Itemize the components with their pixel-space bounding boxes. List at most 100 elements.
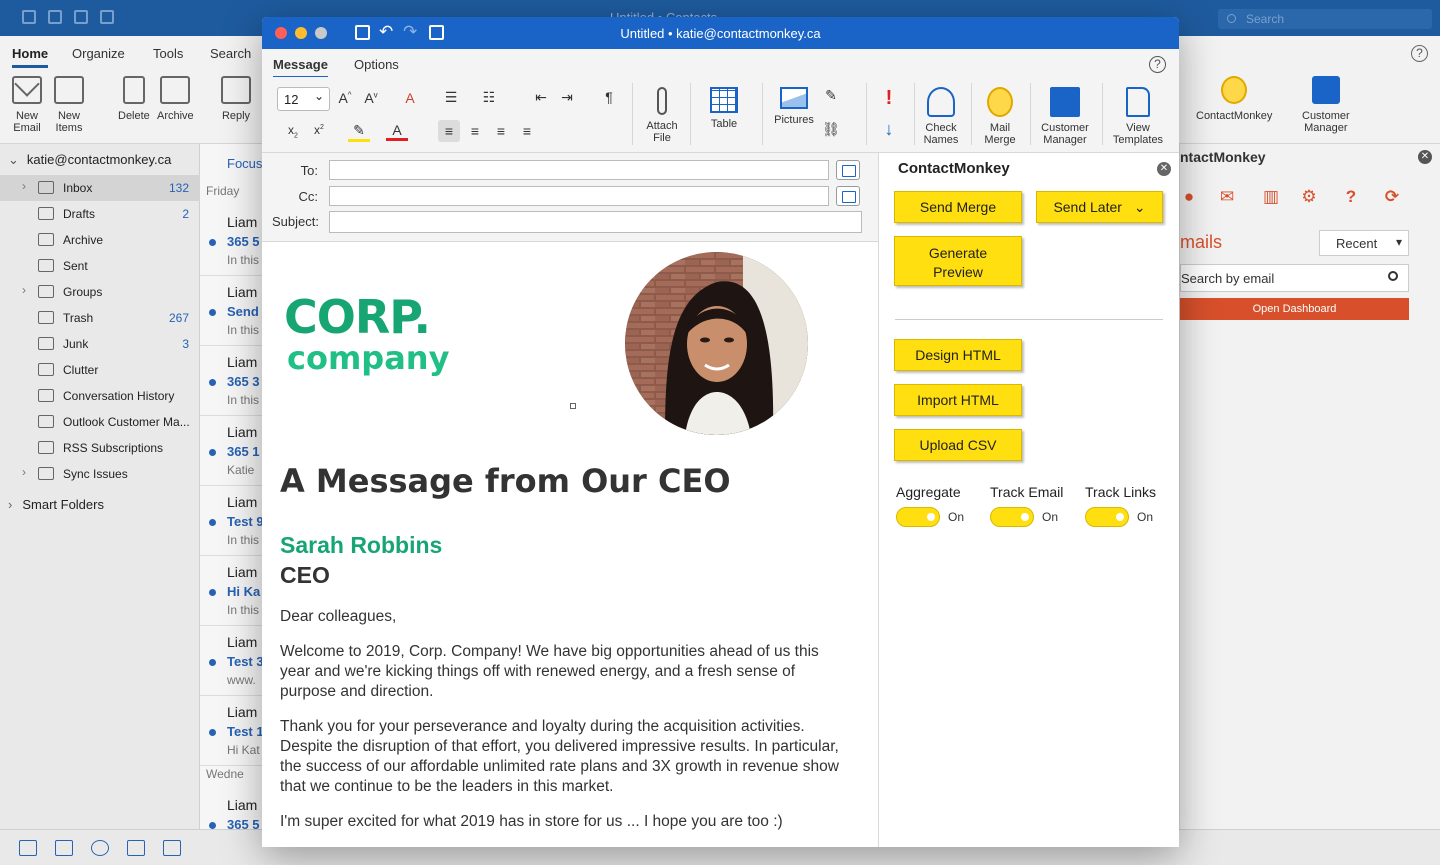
folder-item-archive[interactable]: Archive xyxy=(0,227,200,253)
decrease-indent-icon[interactable]: ⇤ xyxy=(530,89,552,106)
tab-organize[interactable]: Organize xyxy=(72,46,125,61)
account-name[interactable]: katie@contactmonkey.ca xyxy=(8,152,171,168)
calendar-icon[interactable] xyxy=(55,840,73,856)
message-body[interactable]: CORP. company A Message from Our CEO Sar… xyxy=(262,242,878,847)
contactmonkey-ribbon-button[interactable]: ContactMonkey xyxy=(1196,76,1272,122)
import-html-button[interactable]: Import HTML xyxy=(894,384,1022,416)
list-item[interactable]: Liam365 5Date I xyxy=(200,789,264,829)
design-html-button[interactable]: Design HTML xyxy=(894,339,1022,371)
list-item[interactable]: Liam Hi Ka In this xyxy=(200,556,264,626)
aggregate-toggle[interactable] xyxy=(896,507,940,527)
tasks-icon[interactable] xyxy=(127,840,145,856)
track-links-toggle[interactable] xyxy=(1085,507,1129,527)
send-later-button[interactable]: Send Later ⌄ xyxy=(1036,191,1163,223)
search-by-email-input[interactable]: Search by email xyxy=(1180,264,1409,292)
link-icon[interactable]: ⛓ xyxy=(820,121,842,138)
folder-item-rss-subscriptions[interactable]: RSS Subscriptions xyxy=(0,435,200,461)
tab-options[interactable]: Options xyxy=(354,57,399,72)
shrink-font-icon[interactable]: Av xyxy=(360,90,382,106)
align-left-icon[interactable]: ≡ xyxy=(438,120,460,142)
chart-icon[interactable]: ▥ xyxy=(1262,188,1280,206)
numbering-icon[interactable]: ☷ xyxy=(478,89,500,106)
undo-icon[interactable] xyxy=(48,10,62,24)
subject-field[interactable] xyxy=(329,211,862,233)
customer-manager-ribbon-button[interactable]: Customer Manager xyxy=(1302,76,1350,134)
increase-indent-icon[interactable]: ⇥ xyxy=(556,89,578,106)
new-items-button[interactable]: New Items xyxy=(54,76,84,134)
highlight-icon[interactable]: ✎ xyxy=(348,122,370,142)
recent-dropdown[interactable]: Recent xyxy=(1319,230,1409,256)
close-icon[interactable]: ✕ xyxy=(1418,150,1432,164)
list-item[interactable]: Liam Test 3 www. xyxy=(200,626,264,696)
customer-manager-button[interactable]: Customer Manager xyxy=(1037,87,1093,146)
gear-icon[interactable]: ⚙ xyxy=(1300,188,1318,206)
expand-chevron-icon[interactable]: › xyxy=(22,465,26,479)
list-item[interactable]: Liam 365 5 In this xyxy=(200,206,264,276)
print-icon[interactable] xyxy=(100,10,114,24)
upload-csv-button[interactable]: Upload CSV xyxy=(894,429,1022,461)
address-book-icon[interactable] xyxy=(836,160,860,180)
generate-preview-button[interactable]: Generate Preview xyxy=(894,236,1022,286)
tab-focused[interactable]: Focus xyxy=(227,156,262,171)
save-icon[interactable] xyxy=(22,10,36,24)
list-item[interactable]: Liam Test 1 Hi Kat xyxy=(200,696,264,766)
folder-item-trash[interactable]: Trash 267 xyxy=(0,305,200,331)
folder-item-inbox[interactable]: › Inbox 132 xyxy=(0,175,200,201)
align-right-icon[interactable]: ≡ xyxy=(490,120,512,142)
people-icon[interactable] xyxy=(91,840,109,856)
new-email-button[interactable]: New Email xyxy=(12,76,42,134)
cc-field[interactable] xyxy=(329,186,829,206)
mail-icon[interactable] xyxy=(19,840,37,856)
clear-formatting-icon[interactable]: A xyxy=(399,90,421,106)
refresh-icon[interactable]: ⟳ xyxy=(1383,188,1401,206)
check-names-button[interactable]: Check Names xyxy=(920,87,962,146)
help-icon[interactable]: ? xyxy=(1342,188,1360,206)
bullets-icon[interactable]: ☰ xyxy=(440,89,462,106)
folder-item-groups[interactable]: › Groups xyxy=(0,279,200,305)
address-book-icon[interactable] xyxy=(836,186,860,206)
subscript-icon[interactable]: x2 xyxy=(282,123,304,139)
tab-home[interactable]: Home xyxy=(12,46,49,68)
font-color-icon[interactable]: A xyxy=(386,122,408,141)
align-center-icon[interactable]: ≡ xyxy=(464,120,486,142)
signature-icon[interactable]: ✎ xyxy=(820,87,842,104)
low-importance-icon[interactable]: ↓ xyxy=(878,119,900,140)
folder-item-clutter[interactable]: Clutter xyxy=(0,357,200,383)
close-icon[interactable]: ✕ xyxy=(1157,162,1171,176)
expand-chevron-icon[interactable]: › xyxy=(22,283,26,297)
send-merge-button[interactable]: Send Merge xyxy=(894,191,1022,223)
pictures-button[interactable]: Pictures xyxy=(770,87,818,126)
justify-icon[interactable]: ≡ xyxy=(516,120,538,142)
contacts-icon[interactable]: ● xyxy=(1180,188,1198,206)
help-icon[interactable]: ? xyxy=(1149,56,1166,73)
to-field[interactable] xyxy=(329,160,829,180)
redo-icon[interactable] xyxy=(74,10,88,24)
superscript-icon[interactable]: x2 xyxy=(308,123,330,137)
delete-button[interactable]: Delete xyxy=(118,76,150,122)
folder-item-outlook-customer-ma[interactable]: Outlook Customer Ma... xyxy=(0,409,200,435)
font-size-select[interactable]: 12 xyxy=(277,87,330,111)
notes-icon[interactable] xyxy=(163,840,181,856)
reply-button[interactable]: Reply xyxy=(221,76,251,122)
folder-item-sent[interactable]: Sent xyxy=(0,253,200,279)
paragraph-marks-icon[interactable]: ¶ xyxy=(598,89,620,105)
track-email-toggle[interactable] xyxy=(990,507,1034,527)
list-item[interactable]: Liam 365 3 In this xyxy=(200,346,264,416)
help-icon[interactable]: ? xyxy=(1411,45,1428,62)
main-search-input[interactable]: Search xyxy=(1218,9,1432,29)
mail-merge-button[interactable]: Mail Merge xyxy=(980,87,1020,146)
open-dashboard-button[interactable]: Open Dashboard xyxy=(1180,298,1409,320)
grow-font-icon[interactable]: A^ xyxy=(334,90,356,106)
view-templates-button[interactable]: View Templates xyxy=(1110,87,1166,146)
folder-item-drafts[interactable]: Drafts 2 xyxy=(0,201,200,227)
list-item[interactable]: Liam 365 1 Katie xyxy=(200,416,264,486)
high-importance-icon[interactable]: ! xyxy=(878,87,900,110)
tab-tools[interactable]: Tools xyxy=(153,46,183,61)
attach-file-button[interactable]: Attach File xyxy=(642,87,682,144)
tab-message[interactable]: Message xyxy=(273,57,328,78)
tab-search[interactable]: Search xyxy=(210,46,251,61)
table-button[interactable]: Table xyxy=(702,87,746,130)
archive-button[interactable]: Archive xyxy=(157,76,194,122)
folder-item-conversation-history[interactable]: Conversation History xyxy=(0,383,200,409)
folder-item-sync-issues[interactable]: › Sync Issues xyxy=(0,461,200,487)
